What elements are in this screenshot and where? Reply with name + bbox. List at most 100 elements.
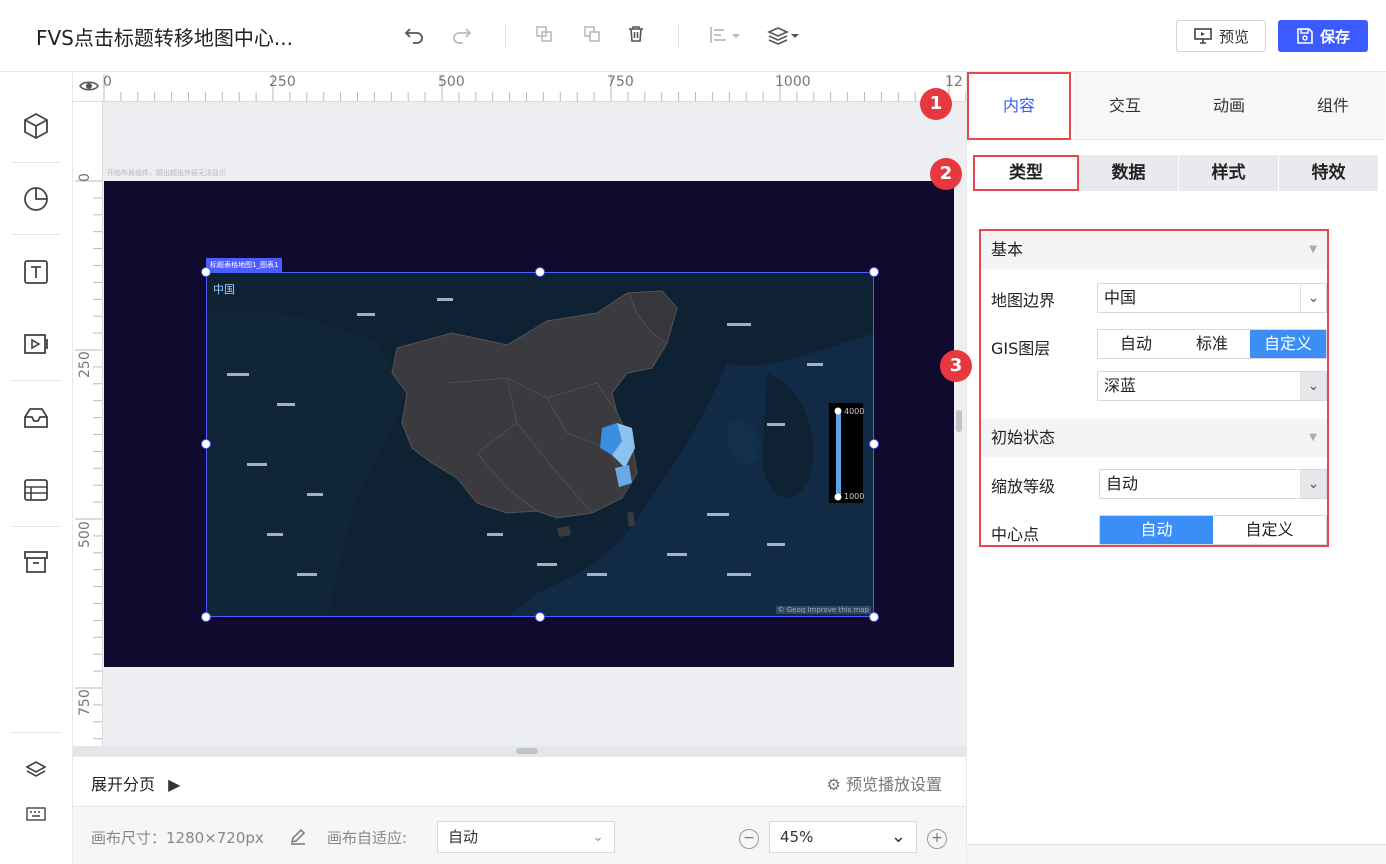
ruler-label: 12 [945, 74, 963, 90]
resize-handle[interactable] [201, 267, 211, 277]
zoom-value: 45% [780, 828, 814, 846]
edit-icon[interactable] [289, 827, 307, 849]
section-initial-state[interactable]: 初始状态 ▼ [981, 419, 1327, 457]
expand-pages-label: 展开分页 [91, 775, 156, 794]
subtab-effects[interactable]: 特效 [1279, 155, 1378, 191]
keyboard-icon[interactable] [16, 802, 56, 826]
canvas-adapt-select[interactable]: 自动 ⌄ [437, 821, 615, 853]
align-icon[interactable] [708, 24, 742, 48]
map-boundary-select[interactable]: 中国 ⌄ [1097, 283, 1327, 313]
save-button[interactable]: 保存 [1278, 20, 1368, 52]
undo-icon[interactable] [402, 24, 426, 48]
layers-icon[interactable] [16, 758, 56, 782]
copy-icon[interactable] [532, 24, 556, 48]
tab-interaction[interactable]: 交互 [1073, 72, 1177, 140]
gis-style-value: 深蓝 [1104, 376, 1137, 395]
horizontal-ruler: 0 250 500 750 1000 12 [73, 72, 966, 102]
ruler-ticks [75, 180, 102, 756]
map-boundary-label: 地图边界 [991, 291, 1056, 310]
legend-max-label: 4000 [844, 407, 865, 416]
layer-order-icon[interactable] [766, 24, 802, 48]
dashboard-canvas[interactable]: 标题表格地图1_图表1 中国 4000 1000 © Geoq Improve … [104, 181, 954, 667]
monitor-icon [1194, 28, 1212, 44]
zoom-level-select[interactable]: 自动 ⌄ [1099, 469, 1327, 499]
expand-pages-button[interactable]: 展开分页 ▶ [91, 771, 180, 795]
preview-button[interactable]: 预览 [1176, 20, 1266, 52]
resize-handle[interactable] [869, 439, 879, 449]
ruler-label: 250 [269, 74, 296, 90]
pie-chart-icon[interactable] [16, 178, 56, 218]
chevron-down-icon: ⌄ [592, 829, 604, 845]
archive-icon[interactable] [16, 542, 56, 582]
inbox-icon[interactable] [16, 398, 56, 438]
map-attribution[interactable]: © Geoq Improve this map [775, 606, 871, 614]
save-label: 保存 [1319, 27, 1350, 46]
map-widget[interactable]: 中国 4000 1000 © Geoq Improve this map [206, 272, 874, 617]
horizontal-scrollbar-track [73, 746, 966, 756]
tab-content[interactable]: 内容 [967, 72, 1071, 140]
tab-animation[interactable]: 动画 [1177, 72, 1281, 140]
collapse-caret-icon: ▼ [1309, 244, 1317, 255]
zoom-in-button[interactable]: + [927, 829, 947, 849]
gis-option-custom[interactable]: 自定义 [1250, 330, 1326, 358]
top-bar: FVS点击标题转移地图中心... 预览 保存 [0, 0, 1386, 72]
media-icon[interactable] [16, 324, 56, 364]
horizontal-scrollbar[interactable] [516, 748, 538, 754]
component-toolbar [0, 72, 73, 864]
tab-component[interactable]: 组件 [1281, 72, 1385, 140]
table-icon[interactable] [16, 470, 56, 510]
play-settings-button[interactable]: ⚙ 预览播放设置 [827, 771, 942, 795]
section-initial-title: 初始状态 [991, 428, 1056, 447]
ruler-ticks [103, 74, 966, 101]
subtab-data[interactable]: 数据 [1079, 155, 1178, 191]
resize-handle[interactable] [201, 439, 211, 449]
center-option-custom[interactable]: 自定义 [1213, 516, 1326, 544]
delete-icon[interactable] [624, 24, 648, 48]
redo-icon[interactable] [450, 24, 474, 48]
canvas-area[interactable]: 0 250 500 750 1000 12 0 250 500 750 开始布局… [73, 72, 966, 756]
chevron-down-icon: ⌄ [1300, 470, 1326, 498]
resize-handle[interactable] [869, 612, 879, 622]
chevron-down-icon: ⌄ [890, 826, 906, 847]
subtab-style[interactable]: 样式 [1179, 155, 1278, 191]
gis-style-select[interactable]: 深蓝 ⌄ [1097, 371, 1327, 401]
property-panel: 内容 交互 动画 组件 类型 数据 样式 特效 基本 ▼ 地图边界 中国 ⌄ G… [966, 72, 1386, 864]
dashboard-title[interactable]: FVS点击标题转移地图中心... [36, 22, 356, 51]
eye-icon[interactable] [79, 78, 99, 94]
resize-handle[interactable] [535, 612, 545, 622]
callout-badge: 2 [930, 158, 962, 190]
subtab-type[interactable]: 类型 [973, 155, 1079, 191]
panel-footer [967, 844, 1386, 864]
center-point-toggle: 自动 自定义 [1099, 515, 1327, 545]
center-option-auto[interactable]: 自动 [1100, 516, 1213, 544]
center-point-label: 中心点 [991, 525, 1040, 544]
toolbar-divider [12, 162, 60, 163]
ruler-label: 0 [103, 74, 112, 90]
vertical-ruler: 0 250 500 750 [73, 102, 103, 756]
ruler-label: 0 [77, 173, 93, 182]
page-bar: 展开分页 ▶ ⚙ 预览播放设置 [73, 756, 966, 806]
legend-min-label: 1000 [844, 492, 865, 501]
zoom-level-value: 自动 [1106, 474, 1139, 493]
paste-icon[interactable] [580, 24, 604, 48]
gis-layer-label: GIS图层 [991, 339, 1051, 358]
zoom-out-button[interactable]: − [739, 829, 759, 849]
ruler-label: 750 [607, 74, 634, 90]
ruler-label: 1000 [775, 74, 811, 90]
canvas-size-label: 画布尺寸：1280×720px [91, 829, 264, 847]
map-region-label: 中国 [213, 283, 235, 296]
gis-option-auto[interactable]: 自动 [1098, 330, 1174, 358]
toolbar-divider [12, 234, 60, 235]
text-icon[interactable] [16, 252, 56, 292]
zoom-select[interactable]: 45% ⌄ [769, 821, 917, 853]
section-basic[interactable]: 基本 ▼ [981, 231, 1327, 269]
save-icon [1297, 28, 1313, 44]
gear-icon: ⚙ [826, 775, 841, 794]
canvas-hint: 开始布局组件，超出超出外容无法显示 [107, 169, 226, 177]
3d-cube-icon[interactable] [16, 106, 56, 146]
resize-handle[interactable] [201, 612, 211, 622]
gis-option-standard[interactable]: 标准 [1174, 330, 1250, 358]
resize-handle[interactable] [535, 267, 545, 277]
vertical-scrollbar[interactable] [956, 410, 962, 432]
resize-handle[interactable] [869, 267, 879, 277]
